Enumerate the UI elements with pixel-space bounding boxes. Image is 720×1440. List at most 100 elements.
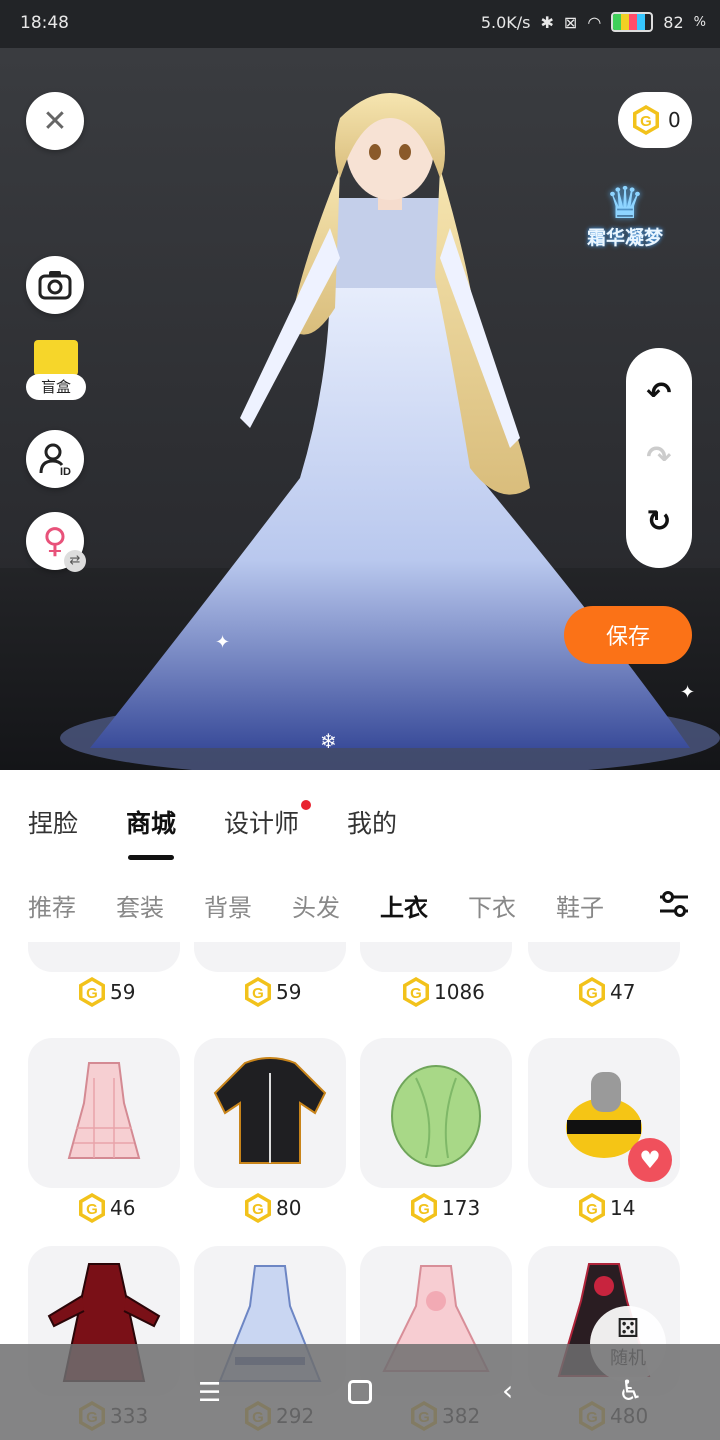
category-bottom[interactable]: 下衣 — [468, 888, 516, 923]
coin-icon: G — [576, 976, 608, 1008]
item-price-value: 14 — [610, 1196, 636, 1220]
outfit-logo: ♛ 霜华凝梦 — [570, 178, 680, 250]
item-card[interactable] — [194, 1038, 346, 1188]
back-icon[interactable]: ‹ — [502, 1374, 513, 1407]
svg-text:G: G — [586, 985, 598, 1002]
battery-level: 82 — [663, 12, 684, 32]
status-bar: 18:48 5.0K/s ✱ ⊠ ◠ 82 % — [0, 0, 720, 48]
home-icon[interactable] — [348, 1380, 372, 1404]
user-id-icon: ID — [39, 443, 71, 477]
blind-box-label: 盲盒 — [26, 374, 86, 400]
svg-text:G: G — [252, 985, 264, 1002]
item-price-value: 80 — [276, 1196, 302, 1220]
menu-icon[interactable]: ☰ — [198, 1378, 221, 1408]
coin-icon: G — [408, 1192, 440, 1224]
category-background[interactable]: 背景 — [204, 888, 252, 923]
item-price-value: 59 — [110, 980, 136, 1004]
camera-icon — [38, 271, 72, 300]
svg-text:ID: ID — [60, 466, 71, 477]
gender-switch-button[interactable]: ♀ ⇄ — [26, 512, 86, 572]
item-card[interactable] — [194, 942, 346, 972]
item-price: G 1086 — [400, 976, 485, 1008]
camera-button[interactable] — [26, 256, 84, 314]
svg-text:G: G — [586, 1201, 598, 1218]
blind-box-button[interactable]: 盲盒 — [26, 340, 86, 408]
coin-icon: G — [242, 976, 274, 1008]
outfit-logo-text: 霜华凝梦 — [586, 227, 663, 249]
category-hair[interactable]: 头发 — [292, 888, 340, 923]
tab-face[interactable]: 捏脸 — [28, 804, 78, 840]
tab-designer-label: 设计师 — [224, 809, 300, 838]
notification-dot — [301, 800, 312, 810]
coin-icon: G — [400, 976, 432, 1008]
category-recommend[interactable]: 推荐 — [28, 888, 76, 923]
coin-balance-value: 0 — [668, 108, 681, 132]
system-nav-bar: ☰ ‹ ♿ — [0, 1344, 720, 1440]
svg-text:G: G — [252, 1201, 264, 1218]
svg-text:✦: ✦ — [680, 682, 695, 703]
svg-text:G: G — [418, 1201, 430, 1218]
tab-shop[interactable]: 商城 — [126, 804, 176, 860]
svg-text:G: G — [410, 985, 422, 1002]
accessibility-icon[interactable]: ♿ — [618, 1374, 643, 1407]
status-time: 18:48 — [20, 13, 69, 33]
coin-icon: G — [576, 1192, 608, 1224]
crown-icon: ♛ — [605, 178, 645, 229]
svg-text:✦: ✦ — [215, 632, 230, 653]
item-price: G 46 — [76, 1192, 135, 1224]
dice-icon: ⚄ — [616, 1314, 640, 1344]
coin-balance[interactable]: G 0 — [618, 92, 692, 148]
favorite-button[interactable]: ♥ — [628, 1138, 672, 1182]
item-price-value: 59 — [276, 980, 302, 1004]
svg-text:G: G — [640, 113, 652, 130]
heart-icon: ♥ — [639, 1146, 661, 1174]
filter-icon[interactable] — [656, 886, 692, 922]
item-card[interactable] — [528, 942, 680, 972]
svg-text:G: G — [86, 985, 98, 1002]
item-price: G 80 — [242, 1192, 301, 1224]
item-price-value: 47 — [610, 980, 636, 1004]
pink-plaid-dress-icon — [28, 1038, 180, 1188]
item-price: G 173 — [408, 1192, 480, 1224]
coin-icon: G — [242, 1192, 274, 1224]
close-icon: ✕ — [42, 103, 68, 139]
category-set[interactable]: 套装 — [116, 888, 164, 923]
wifi-icon: ◠ — [587, 12, 602, 32]
reset-icon[interactable]: ↻ — [646, 507, 671, 537]
female-icon: ♀ — [42, 521, 68, 561]
green-cabbage-icon — [360, 1038, 512, 1188]
close-button[interactable]: ✕ — [26, 92, 84, 150]
svg-text:G: G — [86, 1201, 98, 1218]
partial-item-icon — [194, 942, 346, 972]
history-controls: ↶ ↷ ↻ — [626, 348, 692, 568]
tab-mine[interactable]: 我的 — [347, 804, 397, 840]
save-button[interactable]: 保存 — [564, 606, 692, 664]
svg-text:❄: ❄ — [320, 729, 337, 753]
black-hoodie-icon — [194, 1038, 346, 1188]
coin-icon: G — [76, 1192, 108, 1224]
partial-item-icon — [360, 942, 512, 972]
partial-item-icon — [28, 942, 180, 972]
coin-icon: G — [76, 976, 108, 1008]
item-price: G 47 — [576, 976, 635, 1008]
item-price: G 59 — [76, 976, 135, 1008]
avatar-id-button[interactable]: ID — [26, 430, 84, 488]
item-price-value: 46 — [110, 1196, 136, 1220]
undo-icon[interactable]: ↶ — [646, 379, 671, 409]
main-tabs: 捏脸 商城 设计师 我的 — [28, 800, 397, 860]
blind-box-icon — [34, 340, 78, 376]
signal-off-icon: ⊠ — [563, 12, 578, 32]
battery-icon — [611, 12, 654, 32]
battery-unit: % — [693, 14, 706, 30]
net-speed: 5.0K/s — [480, 12, 531, 32]
tab-designer[interactable]: 设计师 — [224, 800, 312, 840]
redo-icon[interactable]: ↷ — [646, 443, 671, 473]
item-card[interactable] — [28, 942, 180, 972]
item-card[interactable] — [28, 1038, 180, 1188]
category-top[interactable]: 上衣 — [380, 888, 428, 923]
category-shoes[interactable]: 鞋子 — [556, 888, 604, 923]
item-card[interactable] — [360, 1038, 512, 1188]
item-price-value: 1086 — [434, 980, 485, 1004]
item-card[interactable] — [360, 942, 512, 972]
category-tabs: 推荐 套装 背景 头发 上衣 下衣 鞋子 — [28, 888, 648, 923]
